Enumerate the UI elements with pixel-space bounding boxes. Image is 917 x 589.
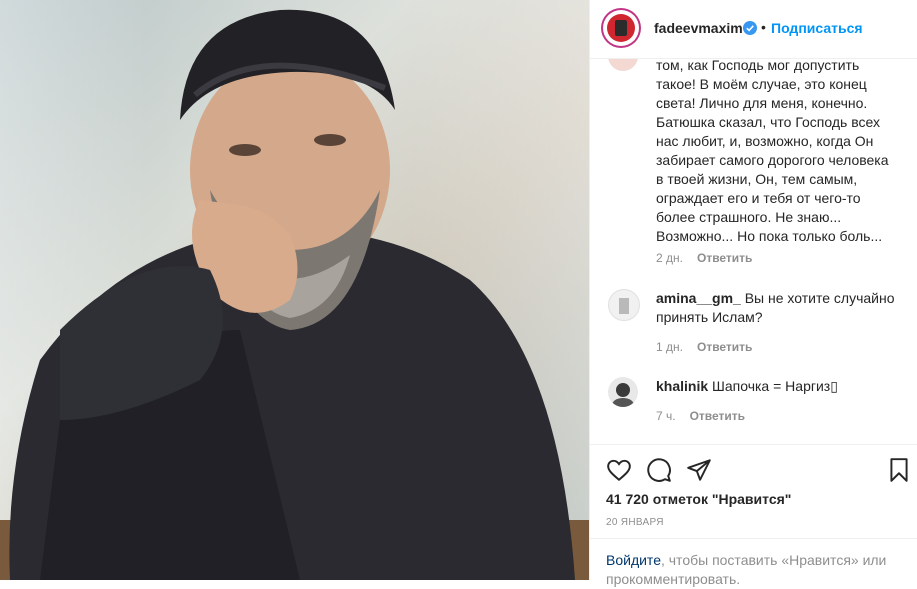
author-username[interactable]: fadeevmaxim <box>654 20 743 36</box>
comment-avatar[interactable] <box>608 289 640 321</box>
comment-meta: 1 дн. Ответить <box>656 340 752 354</box>
photo-illustration <box>0 9 589 580</box>
comment-username[interactable]: amina__gm_ <box>656 290 741 306</box>
bookmark-icon[interactable] <box>886 457 912 483</box>
comment-text: том, как Господь мог допустить такое! В … <box>656 59 889 244</box>
comment-avatar[interactable] <box>608 59 638 71</box>
login-prompt: Войдите, чтобы поставить «Нравится» или … <box>590 538 917 587</box>
follow-button[interactable]: Подписаться <box>771 20 863 36</box>
comment-text: khalinik Шапочка = Наргиз▯ <box>656 377 896 396</box>
post-date: 20 ЯНВАРЯ <box>606 517 664 528</box>
avatar-image <box>612 383 634 407</box>
login-text: Войдите, чтобы поставить «Нравится» или … <box>606 551 906 589</box>
comment-avatar[interactable] <box>608 377 638 407</box>
comment-meta: 7 ч. Ответить <box>656 409 745 423</box>
post-sidebar: fadeevmaxim • Подписаться том, как Госпо… <box>589 0 917 587</box>
login-link[interactable]: Войдите <box>606 552 661 568</box>
author-avatar[interactable] <box>603 10 639 46</box>
comment-username[interactable]: khalinik <box>656 378 708 394</box>
post-photo[interactable] <box>0 0 589 580</box>
comment-time: 7 ч. <box>656 409 676 423</box>
reply-button[interactable]: Ответить <box>690 409 745 423</box>
avatar-image <box>619 298 629 314</box>
comment-time: 1 дн. <box>656 340 683 354</box>
reply-button[interactable]: Ответить <box>697 251 752 265</box>
share-icon[interactable] <box>686 457 712 483</box>
comment-body: Шапочка = Наргиз▯ <box>712 378 838 394</box>
comments-list[interactable]: том, как Господь мог допустить такое! В … <box>590 59 917 441</box>
comment-meta: 2 дн. Ответить <box>656 251 752 265</box>
post-view: fadeevmaxim • Подписаться том, как Госпо… <box>0 0 917 587</box>
post-actions: 41 720 отметок "Нравится" 20 ЯНВАРЯ Войд… <box>590 444 917 587</box>
likes-count[interactable]: 41 720 отметок "Нравится" <box>606 491 791 507</box>
separator-dot: • <box>761 19 766 35</box>
heart-icon[interactable] <box>606 457 632 483</box>
comment-icon[interactable] <box>646 457 672 483</box>
post-header: fadeevmaxim • Подписаться <box>590 0 917 59</box>
verified-badge-icon <box>743 21 757 35</box>
comment-time: 2 дн. <box>656 251 683 265</box>
comment-text: amina__gm_ Вы не хотите случайно принять… <box>656 289 896 327</box>
reply-button[interactable]: Ответить <box>697 340 752 354</box>
